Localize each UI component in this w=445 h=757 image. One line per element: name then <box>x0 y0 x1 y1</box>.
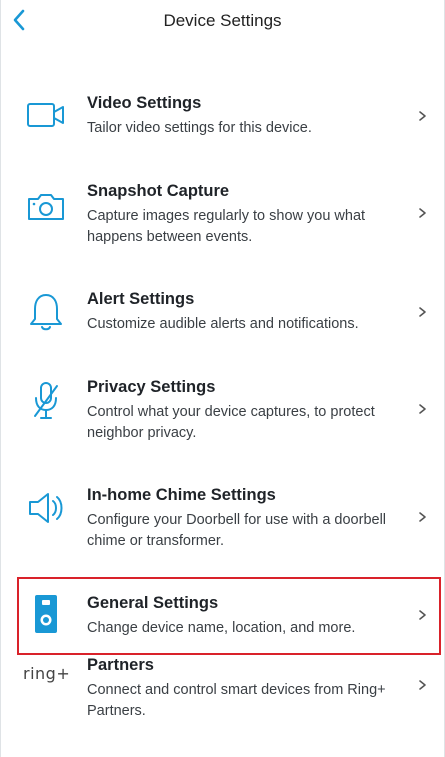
bell-icon <box>23 292 69 332</box>
chevron-right-icon <box>419 512 426 522</box>
page-title: Device Settings <box>163 11 282 30</box>
item-name: Privacy Settings <box>87 378 216 396</box>
item-desc: Configure your Doorbell for use with a d… <box>87 512 387 549</box>
settings-item-general[interactable]: General Settings Change device name, loc… <box>1 588 444 648</box>
chevron-right-icon <box>419 610 426 620</box>
chevron-right-icon <box>419 208 426 218</box>
item-name: General Settings <box>87 594 219 612</box>
item-desc: Connect and control smart devices from R… <box>87 682 386 719</box>
item-desc: Customize audible alerts and notificatio… <box>87 316 359 332</box>
settings-item-alert[interactable]: Alert Settings Customize audible alerts … <box>1 284 444 354</box>
item-name: Snapshot Capture <box>87 182 230 200</box>
ring-plus-logo: ring+ <box>23 664 71 683</box>
doorbell-icon <box>23 594 69 634</box>
chevron-right-icon <box>419 307 426 317</box>
item-name: Partners <box>87 656 154 674</box>
item-desc: Change device name, location, and more. <box>87 620 356 636</box>
settings-item-partners[interactable]: ring+ Partners Connect and control smart… <box>1 650 444 750</box>
chevron-right-icon <box>419 404 426 414</box>
item-name: Alert Settings <box>87 290 195 308</box>
device-settings-screen: Device Settings Video Settings Tailor vi… <box>0 0 445 757</box>
speaker-icon <box>23 490 69 526</box>
item-desc: Tailor video settings for this device. <box>87 120 312 136</box>
settings-item-snapshot[interactable]: Snapshot Capture Capture images regularl… <box>1 176 444 256</box>
settings-item-privacy[interactable]: Privacy Settings Control what your devic… <box>1 372 444 452</box>
settings-item-video[interactable]: Video Settings Tailor video settings for… <box>1 88 444 158</box>
settings-item-chime[interactable]: In-home Chime Settings Configure your Do… <box>1 480 444 560</box>
item-name: Video Settings <box>87 94 202 112</box>
item-desc: Control what your device captures, to pr… <box>87 404 375 441</box>
item-name: In-home Chime Settings <box>87 486 276 504</box>
chevron-right-icon <box>419 111 426 121</box>
video-camera-icon <box>23 102 69 128</box>
microphone-off-icon <box>23 380 69 422</box>
item-desc: Capture images regularly to show you wha… <box>87 208 366 245</box>
chevron-right-icon <box>419 680 426 690</box>
camera-icon <box>23 192 69 222</box>
header: Device Settings <box>1 0 444 44</box>
